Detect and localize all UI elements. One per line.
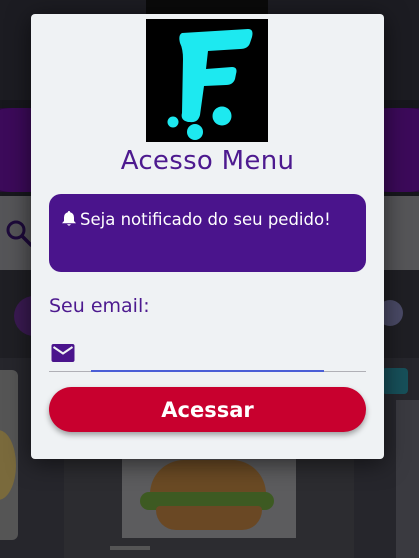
- burger-image: [156, 506, 262, 530]
- email-field-focus-line: [91, 370, 324, 372]
- expand-icon[interactable]: [382, 368, 408, 394]
- product-card[interactable]: [396, 400, 419, 558]
- bell-icon: [62, 211, 76, 226]
- email-label: Seu email:: [49, 295, 150, 317]
- notification-text: Seja notificado do seu pedido!: [80, 210, 331, 229]
- search-icon[interactable]: [4, 218, 34, 248]
- mail-icon: [51, 344, 75, 362]
- email-field[interactable]: [91, 338, 364, 370]
- product-card[interactable]: [0, 370, 18, 540]
- logo-f-icon: [167, 29, 253, 140]
- notification-banner: Seja notificado do seu pedido!: [49, 194, 366, 272]
- product-caption: [110, 546, 150, 550]
- app-logo: [146, 19, 268, 142]
- modal-title: Acesso Menu: [120, 146, 295, 176]
- login-modal: Acesso Menu Seja notificado do seu pedid…: [31, 14, 384, 459]
- access-button[interactable]: Acessar: [49, 387, 366, 432]
